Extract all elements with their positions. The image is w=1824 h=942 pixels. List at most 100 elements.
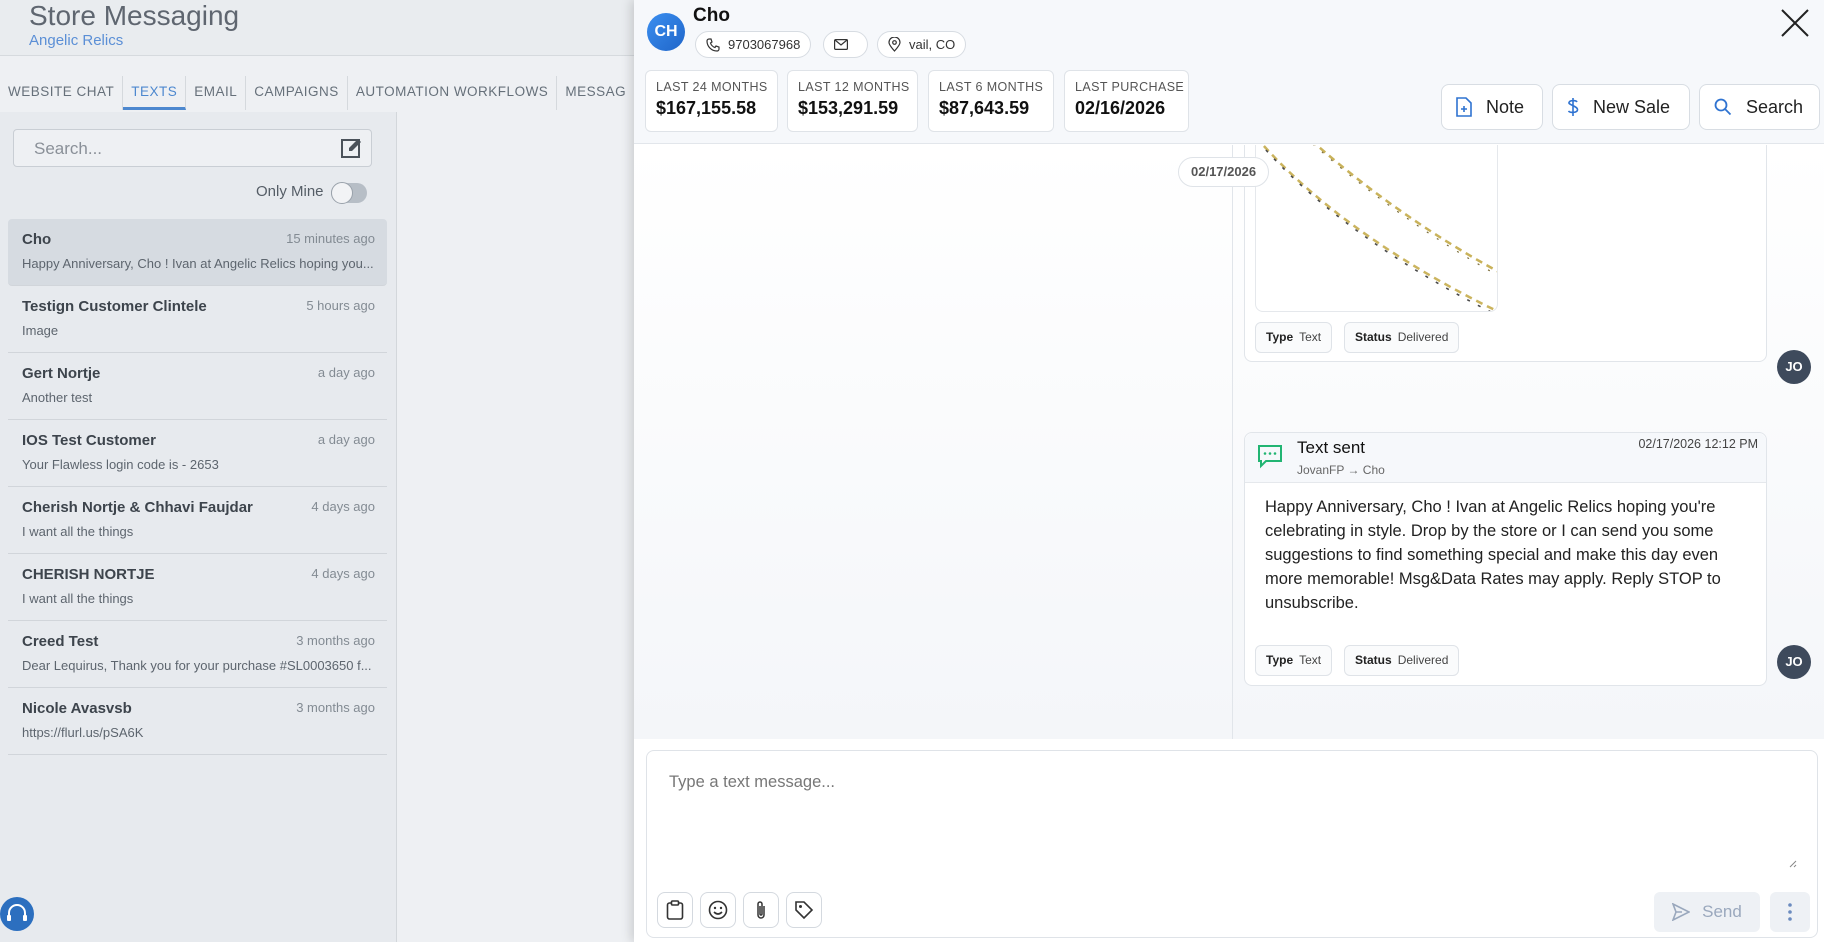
resize-handle-icon[interactable] [1787, 855, 1797, 868]
chain-necklace-image [1260, 145, 1497, 311]
tag-label: Status [1355, 653, 1392, 667]
conversation-time: a day ago [317, 432, 375, 447]
phone-icon [706, 37, 720, 52]
tag-value: Text [1299, 653, 1322, 667]
stat-label: LAST 6 MONTHS [939, 80, 1044, 94]
paperclip-icon [757, 901, 765, 919]
conversation-preview: Image [22, 323, 59, 338]
stat-last-24-months: LAST 24 MONTHS $167,155.58 [645, 70, 778, 132]
stat-value: $153,291.59 [798, 98, 899, 118]
sender-avatar: JO [1777, 645, 1811, 679]
page-title: Store Messaging [29, 0, 240, 31]
conversation-time: 4 days ago [311, 499, 375, 514]
conversation-item[interactable]: Nicole Avasvsb 3 months ago https://flur… [8, 688, 387, 755]
emoji-icon [708, 900, 728, 920]
tag-value: Delivered [1397, 330, 1449, 344]
stat-last-12-months: LAST 12 MONTHS $153,291.59 [787, 70, 918, 132]
close-drawer-button[interactable] [1778, 6, 1812, 40]
tab-website-chat[interactable]: WEBSITE CHAT [0, 76, 124, 110]
message-type-tag: Type Text [1255, 322, 1333, 353]
search-button[interactable]: Search [1699, 84, 1820, 130]
tab-automation-workflows[interactable]: AUTOMATION WORKFLOWS [348, 76, 558, 110]
clipboard-icon [666, 900, 684, 920]
send-button[interactable]: Send [1654, 892, 1760, 932]
message-route: JovanFP → Cho [1297, 463, 1385, 477]
message-thread[interactable]: Type Text Status Delivered 02/17/2026 JO T… [634, 145, 1824, 739]
tab-messages[interactable]: MESSAG [557, 76, 636, 110]
tag-button[interactable] [786, 892, 822, 928]
send-label: Send [1702, 902, 1742, 921]
contact-header: CH Cho 9703067968 vail, CO LAST 24 MONTH… [634, 0, 1824, 144]
image-message-card: Type Text Status Delivered [1244, 145, 1767, 362]
message-status-tag: Status Delivered [1344, 645, 1460, 676]
date-separator: 02/17/2026 [1178, 157, 1270, 187]
headset-icon [7, 904, 27, 921]
more-options-button[interactable] [1770, 892, 1810, 932]
email-chip[interactable] [823, 31, 868, 58]
emoji-button[interactable] [700, 892, 736, 928]
conversation-item[interactable]: CHERISH NORTJE 4 days ago I want all the… [8, 554, 387, 621]
support-chat-button[interactable] [0, 897, 34, 931]
conversation-item[interactable]: Cherish Nortje & Chhavi Faujdar 4 days a… [8, 487, 387, 554]
only-mine-label: Only Mine [256, 183, 324, 200]
conversation-list: Cho 15 minutes ago Happy Anniversary, Ch… [8, 219, 387, 755]
conversation-time: 3 months ago [296, 633, 375, 648]
close-icon [1781, 9, 1809, 37]
conversation-item[interactable]: Gert Nortje a day ago Another test [8, 353, 387, 420]
message-body: Happy Anniversary, Cho ! Ivan at Angelic… [1265, 498, 1721, 612]
conversation-item[interactable]: Testign Customer Clintele 5 hours ago Im… [8, 286, 387, 353]
stat-label: LAST PURCHASE [1075, 80, 1185, 94]
tag-value: Text [1299, 330, 1322, 344]
contact-avatar: CH [647, 13, 685, 51]
phone-number: 9703067968 [728, 37, 801, 52]
conversation-time: 15 minutes ago [286, 231, 375, 246]
chat-bubble-icon [1257, 443, 1283, 474]
channel-tabs: WEBSITE CHAT TEXTS EMAIL CAMPAIGNS AUTOM… [0, 76, 636, 110]
conversation-time: 4 days ago [311, 566, 375, 581]
new-sale-button[interactable]: New Sale [1552, 84, 1690, 130]
toggle-knob [331, 182, 353, 204]
tag-value: Delivered [1397, 653, 1449, 667]
tab-email[interactable]: EMAIL [186, 76, 247, 110]
new-sale-label: New Sale [1593, 96, 1671, 117]
stat-value: $167,155.58 [656, 98, 757, 118]
message-input[interactable]: Type a text message... [669, 773, 835, 792]
conversation-preview: Your Flawless login code is - 2653 [22, 457, 219, 472]
compose-icon[interactable] [341, 137, 363, 159]
location-text: vail, CO [909, 37, 956, 52]
stat-last-6-months: LAST 6 MONTHS $87,643.59 [928, 70, 1054, 132]
location-chip[interactable]: vail, CO [877, 31, 967, 58]
conversation-preview: Happy Anniversary, Cho ! Ivan at Angelic… [22, 256, 374, 271]
conversation-time: 3 months ago [296, 700, 375, 715]
note-label: Note [1486, 96, 1525, 117]
conversation-item[interactable]: Cho 15 minutes ago Happy Anniversary, Ch… [8, 219, 387, 286]
mail-icon [834, 39, 848, 50]
tab-texts[interactable]: TEXTS [123, 76, 187, 110]
only-mine-toggle[interactable] [331, 182, 367, 204]
jewelry-image[interactable] [1255, 145, 1498, 312]
dollar-icon [1567, 98, 1579, 116]
stat-value: $87,643.59 [939, 98, 1030, 118]
contact-name: Cho [693, 5, 730, 26]
tag-icon [795, 901, 814, 920]
tag-label: Type [1266, 653, 1294, 667]
conversation-preview: https://flurl.us/pSA6K [22, 725, 144, 740]
conversation-time: a day ago [317, 365, 375, 380]
search-placeholder: Search... [34, 139, 103, 158]
conversation-item[interactable]: IOS Test Customer a day ago Your Flawles… [8, 420, 387, 487]
attach-button[interactable] [743, 892, 779, 928]
stat-label: LAST 12 MONTHS [798, 80, 910, 94]
note-button[interactable]: Note [1441, 84, 1543, 130]
store-name: Angelic Relics [29, 32, 124, 49]
text-message-card: Text sent JovanFP → Cho 02/17/2026 12:12… [1244, 432, 1767, 686]
phone-chip[interactable]: 9703067968 [695, 31, 812, 58]
stat-label: LAST 24 MONTHS [656, 80, 768, 94]
tag-label: Type [1266, 330, 1294, 344]
conversation-item[interactable]: Creed Test 3 months ago Dear Lequirus, T… [8, 621, 387, 688]
location-pin-icon [888, 37, 901, 52]
conversation-preview: I want all the things [22, 524, 134, 539]
template-button[interactable] [657, 892, 693, 928]
tab-campaigns[interactable]: CAMPAIGNS [246, 76, 348, 110]
message-status-tag: Status Delivered [1344, 322, 1460, 353]
conversation-search-input[interactable]: Search... [13, 129, 372, 167]
